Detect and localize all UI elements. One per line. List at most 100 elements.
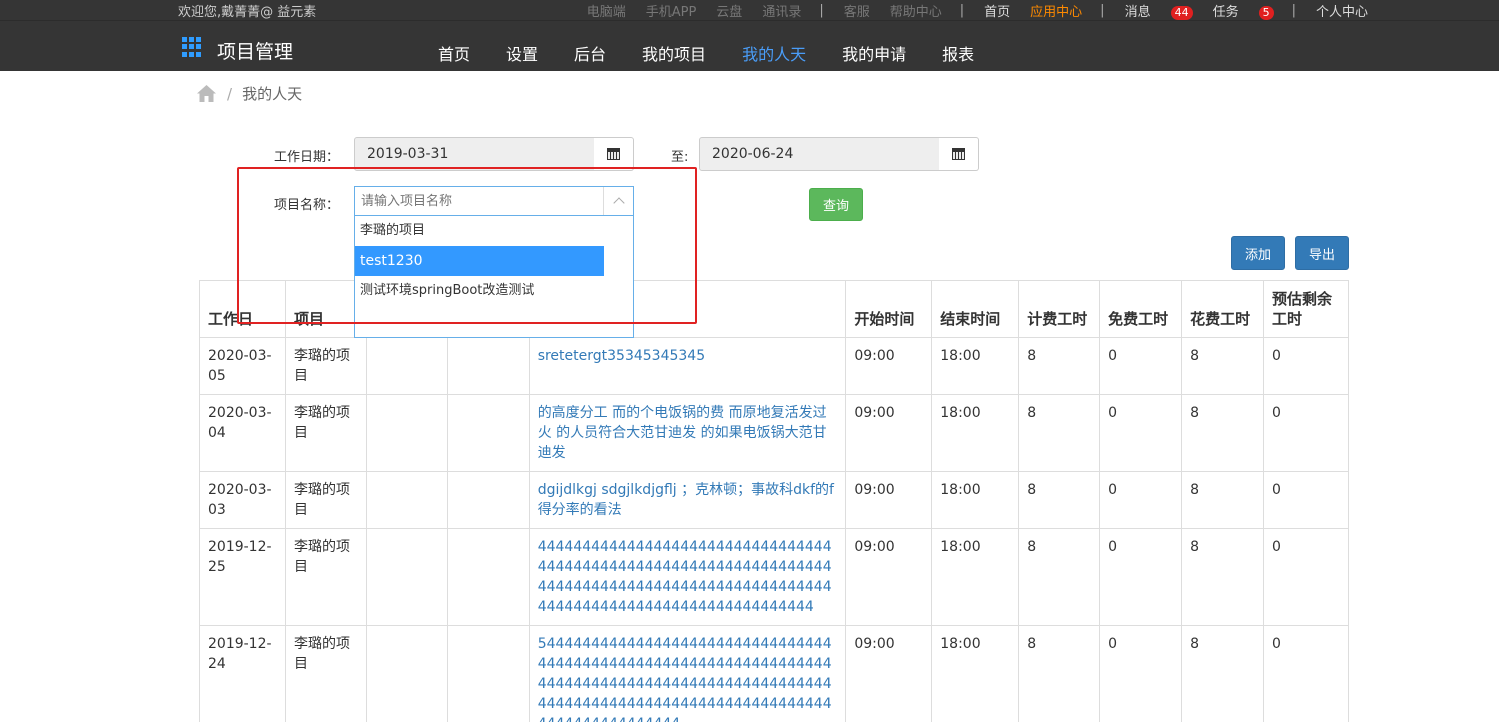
cell-billable-hours: 8 — [1018, 625, 1101, 722]
nav-menu: 首页 设置 后台 我的项目 我的人天 我的申请 报表 — [438, 41, 1010, 65]
cell-end-time: 18:00 — [931, 625, 1020, 722]
project-name-input[interactable] — [355, 187, 595, 215]
cell-empty — [365, 528, 448, 626]
cell-end-time: 18:00 — [931, 528, 1020, 626]
cell-free-hours: 0 — [1099, 625, 1183, 722]
cell-empty — [365, 471, 448, 529]
link-home[interactable]: 首页 — [984, 1, 1010, 20]
date-from-calendar-button[interactable] — [594, 137, 634, 171]
to-label: 至: — [671, 150, 689, 165]
project-name-label: 项目名称： — [274, 198, 340, 213]
link-personal-center[interactable]: 个人中心 — [1316, 1, 1368, 20]
cell-start-time: 09:00 — [845, 337, 933, 395]
divider: | — [819, 3, 824, 18]
cell-project: 李璐的项目 — [284, 528, 367, 626]
table-row: 2020-03-05 李璐的项目 sretetergt35345345345 0… — [199, 337, 1350, 395]
link-help-center[interactable]: 帮助中心 — [890, 1, 942, 20]
col-header-work-day: 工作日 — [199, 280, 286, 338]
cell-estimated-remaining: 0 — [1262, 528, 1350, 626]
export-button[interactable]: 导出 — [1295, 236, 1349, 270]
cell-billable-hours: 8 — [1018, 471, 1101, 529]
cell-billable-hours: 8 — [1018, 337, 1101, 395]
utility-links: 电脑端 手机APP 云盘 通讯录 | 客服 帮助中心 | 首页 应用中心 | 消… — [567, 1, 1368, 20]
date-from-input[interactable]: 2019-03-31 — [354, 137, 595, 171]
cell-empty — [365, 337, 448, 395]
tasks-label: 任务 — [1212, 5, 1239, 20]
messages-label: 消息 — [1124, 5, 1151, 20]
col-header-spent-hours: 花费工时 — [1181, 280, 1264, 338]
link-service[interactable]: 客服 — [844, 1, 870, 20]
nav-item-home[interactable]: 首页 — [438, 41, 470, 65]
project-dropdown-list: 李璐的项目 test1230 测试环境springBoot改造测试 — [354, 216, 634, 338]
calendar-icon — [952, 148, 965, 160]
cell-empty — [446, 394, 530, 472]
link-desktop[interactable]: 电脑端 — [587, 1, 626, 20]
cell-start-time: 09:00 — [845, 625, 933, 722]
dropdown-option[interactable]: 李璐的项目 — [355, 216, 604, 246]
cell-spent-hours: 8 — [1181, 394, 1264, 472]
grid-logo-icon — [182, 37, 202, 57]
add-button[interactable]: 添加 — [1231, 236, 1285, 270]
cell-empty — [365, 394, 448, 472]
messages-count-badge: 44 — [1170, 6, 1193, 20]
home-icon[interactable] — [196, 84, 217, 103]
link-cloud-disk[interactable]: 云盘 — [716, 1, 742, 20]
divider: | — [1291, 3, 1296, 18]
link-messages[interactable]: 消息 44 — [1125, 1, 1193, 20]
cell-empty — [365, 625, 448, 722]
cell-estimated-remaining: 0 — [1262, 337, 1350, 395]
cell-empty — [446, 625, 530, 722]
breadcrumb: / 我的人天 — [196, 83, 302, 104]
chevron-up-icon[interactable] — [603, 187, 633, 215]
link-mobile-app[interactable]: 手机APP — [646, 1, 697, 20]
breadcrumb-current: 我的人天 — [242, 85, 303, 103]
tasks-count-badge: 5 — [1258, 6, 1274, 20]
nav-item-my-projects[interactable]: 我的项目 — [642, 41, 706, 65]
link-contacts[interactable]: 通讯录 — [762, 1, 801, 20]
cell-estimated-remaining: 0 — [1262, 394, 1350, 472]
table-row: 2019-12-24 李璐的项目 54444444444444444444444… — [199, 625, 1350, 722]
nav-item-backend[interactable]: 后台 — [574, 41, 606, 65]
col-header-estimated-remaining: 预估剩余工时 — [1262, 280, 1350, 338]
cell-spent-hours: 8 — [1181, 625, 1264, 722]
cell-work-day: 2019-12-24 — [199, 625, 286, 722]
work-date-label: 工作日期： — [274, 150, 340, 165]
dropdown-option[interactable]: 测试环境springBoot改造测试 — [355, 276, 604, 306]
nav-item-my-applications[interactable]: 我的申请 — [842, 41, 906, 65]
main-nav: 项目管理 首页 设置 后台 我的项目 我的人天 我的申请 报表 — [0, 20, 1499, 71]
calendar-icon — [607, 148, 620, 160]
cell-description-link[interactable]: 的高度分工 而的个电饭锅的费 而原地复活发过火 的人员符合大范甘迪发 的如果电饭… — [528, 394, 847, 472]
man-days-table: 工作日 项目 开始时间 结束时间 计费工时 免费工时 花费工时 预估剩余工时 2… — [199, 280, 1350, 722]
cell-project: 李璐的项目 — [284, 394, 367, 472]
col-header-free-hours: 免费工时 — [1099, 280, 1183, 338]
dropdown-option-selected[interactable]: test1230 — [355, 246, 604, 276]
cell-description-link[interactable]: 4444444444444444444444444444444444444444… — [528, 528, 847, 626]
cell-billable-hours: 8 — [1018, 528, 1101, 626]
table-row: 2020-03-04 李璐的项目 的高度分工 而的个电饭锅的费 而原地复活发过火… — [199, 394, 1350, 472]
breadcrumb-separator: / — [227, 84, 233, 103]
cell-start-time: 09:00 — [845, 394, 933, 472]
project-combobox[interactable] — [354, 186, 634, 216]
link-tasks[interactable]: 任务 5 — [1213, 1, 1274, 20]
cell-description-link[interactable]: sretetergt35345345345 — [528, 337, 847, 395]
nav-item-settings[interactable]: 设置 — [506, 41, 538, 65]
table-row: 2019-12-25 李璐的项目 44444444444444444444444… — [199, 528, 1350, 626]
link-app-center[interactable]: 应用中心 — [1030, 1, 1082, 20]
date-to-calendar-button[interactable] — [939, 137, 979, 171]
nav-item-reports[interactable]: 报表 — [942, 41, 974, 65]
cell-billable-hours: 8 — [1018, 394, 1101, 472]
cell-free-hours: 0 — [1099, 471, 1183, 529]
cell-project: 李璐的项目 — [284, 471, 367, 529]
col-header-end-time: 结束时间 — [931, 280, 1020, 338]
query-button[interactable]: 查询 — [809, 188, 863, 221]
date-to-input[interactable]: 2020-06-24 — [699, 137, 940, 171]
cell-end-time: 18:00 — [931, 394, 1020, 472]
cell-description-link[interactable]: dgijdlkgj sdgjlkdjgflj ；克林顿；事故科dkf的f得分率的… — [528, 471, 847, 529]
cell-spent-hours: 8 — [1181, 337, 1264, 395]
cell-end-time: 18:00 — [931, 471, 1020, 529]
cell-work-day: 2019-12-25 — [199, 528, 286, 626]
nav-item-my-man-days[interactable]: 我的人天 — [742, 41, 806, 65]
cell-description-link[interactable]: 5444444444444444444444444444444444444444… — [528, 625, 847, 722]
cell-estimated-remaining: 0 — [1262, 625, 1350, 722]
cell-free-hours: 0 — [1099, 337, 1183, 395]
